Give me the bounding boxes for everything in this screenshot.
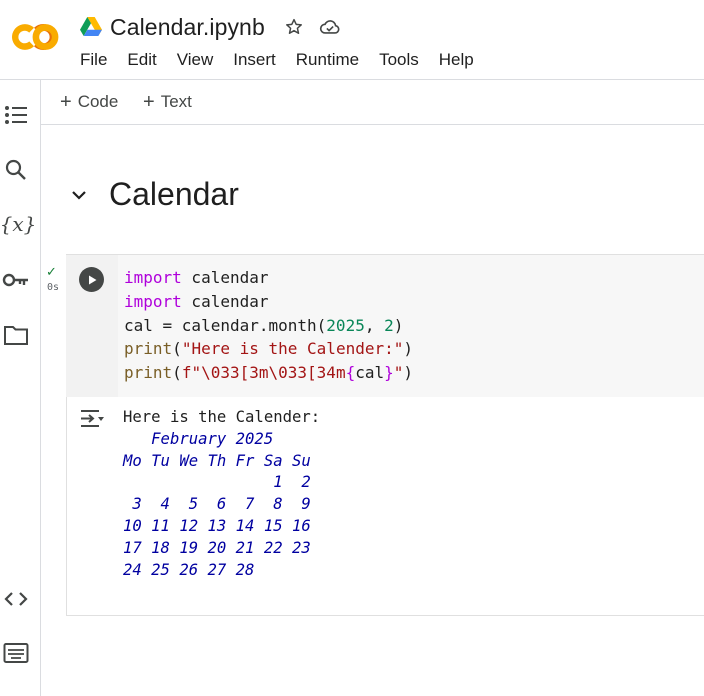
header-divider bbox=[0, 79, 704, 80]
section-heading: Calendar bbox=[109, 176, 239, 212]
execution-success-check-icon: ✓ bbox=[46, 264, 57, 279]
output-actions-icon[interactable] bbox=[79, 407, 107, 431]
menu-tools[interactable]: Tools bbox=[379, 50, 419, 72]
play-icon bbox=[88, 275, 96, 284]
menu-bar: File Edit View Insert Runtime Tools Help bbox=[80, 50, 494, 72]
table-of-contents-icon[interactable] bbox=[2, 101, 30, 129]
code-text[interactable]: import calendar import calendar cal = ca… bbox=[124, 266, 413, 385]
plus-icon: + bbox=[60, 90, 72, 113]
add-code-button[interactable]: + Code bbox=[60, 90, 118, 114]
calendar-month-header: February 2025 bbox=[123, 429, 274, 448]
colab-logo[interactable] bbox=[8, 18, 62, 56]
menu-file[interactable]: File bbox=[80, 50, 107, 72]
menu-runtime[interactable]: Runtime bbox=[296, 50, 359, 72]
calendar-week: 17 18 19 20 21 22 23 bbox=[123, 538, 311, 557]
add-text-button[interactable]: + Text bbox=[143, 90, 192, 114]
add-text-label: Text bbox=[160, 92, 192, 111]
cell-output: Here is the Calender: February 2025 Mo T… bbox=[123, 407, 320, 581]
run-cell-button[interactable] bbox=[79, 267, 104, 292]
code-line-1: import calendar bbox=[124, 268, 269, 287]
menu-view[interactable]: View bbox=[177, 50, 214, 72]
menu-edit[interactable]: Edit bbox=[127, 50, 156, 72]
calendar-week: 1 2 bbox=[123, 473, 311, 492]
calendar-week: 24 25 26 27 28 bbox=[123, 560, 255, 579]
code-line-4: print("Here is the Calender:") bbox=[124, 339, 414, 359]
code-line-5: print(f"\033[3m\033[34m{cal}") bbox=[124, 363, 414, 383]
star-icon[interactable] bbox=[283, 16, 305, 38]
plus-icon: + bbox=[143, 90, 155, 113]
sidebar-divider bbox=[40, 80, 41, 696]
calendar-weekdays: Mo Tu We Th Fr Sa Su bbox=[123, 451, 311, 470]
add-code-label: Code bbox=[77, 92, 119, 111]
calendar-week: 10 11 12 13 14 15 16 bbox=[123, 516, 311, 535]
code-line-3: cal = calendar.month(2025, 2) bbox=[124, 315, 404, 335]
calendar-week: 3 4 5 6 7 8 9 bbox=[123, 495, 311, 514]
code-line-2: import calendar bbox=[124, 291, 269, 311]
execution-time: 0s bbox=[47, 282, 60, 293]
cloud-saved-icon[interactable] bbox=[319, 16, 341, 38]
secrets-key-icon[interactable] bbox=[2, 266, 30, 294]
menu-help[interactable]: Help bbox=[439, 50, 474, 72]
code-snippets-icon[interactable] bbox=[2, 585, 30, 613]
search-icon[interactable] bbox=[2, 156, 30, 184]
google-drive-icon[interactable] bbox=[80, 17, 102, 37]
collapse-section-chevron-icon[interactable] bbox=[68, 184, 90, 206]
menu-insert[interactable]: Insert bbox=[233, 50, 276, 72]
notebook-title[interactable]: Calendar.ipynb bbox=[110, 14, 265, 41]
command-palette-icon[interactable] bbox=[2, 639, 30, 667]
toolbar-divider bbox=[41, 124, 704, 125]
output-line: Here is the Calender: bbox=[123, 408, 321, 426]
files-folder-icon[interactable] bbox=[2, 321, 30, 349]
variables-icon[interactable]: {𝑥} bbox=[0, 210, 36, 238]
